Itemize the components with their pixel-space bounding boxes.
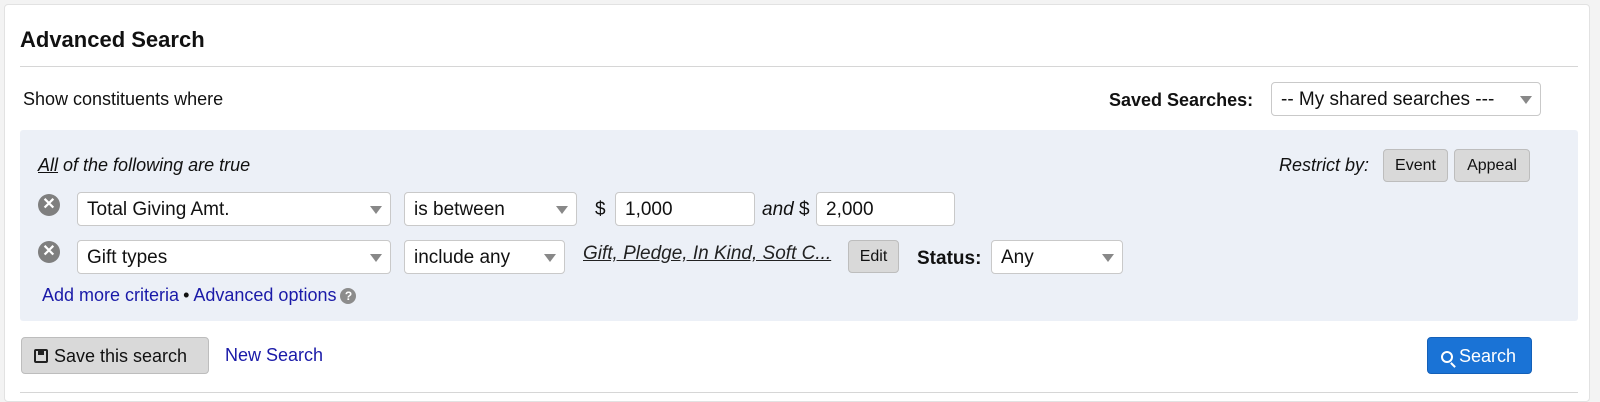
gift-types-values-link[interactable]: Gift, Pledge, In Kind, Soft C... [583,243,831,265]
and-word: and [762,199,794,220]
close-icon[interactable]: ✕ [38,241,60,263]
status-select[interactable]: Any [991,240,1123,274]
save-search-label: Save this search [54,346,188,366]
chevron-down-icon [370,206,382,214]
restrict-appeal-button[interactable]: Appeal [1454,149,1530,182]
chevron-down-icon [556,206,568,214]
chevron-down-icon [1102,254,1114,262]
currency-symbol: $ [595,199,606,220]
criteria-intro-text: Show constituents where [23,89,224,109]
search-button-label: Search [1459,346,1517,366]
criteria-operator-select[interactable]: is between [404,192,577,226]
status-value: Any [1001,247,1034,268]
criteria-links: Add more criteria • Advanced options? [42,285,357,306]
criteria-operator-value: is between [414,199,505,220]
chevron-down-icon [1520,96,1532,104]
link-separator: • [183,285,190,305]
bottom-divider [20,392,1578,393]
floppy-disk-icon [34,349,48,363]
search-button[interactable]: Search [1427,337,1532,374]
criteria-field-value: Gift types [87,247,168,268]
status-label: Status: [917,248,982,269]
advanced-options-link[interactable]: Advanced options [193,285,336,305]
edit-gift-types-button[interactable]: Edit [848,240,899,273]
and-label: and $ [762,199,810,221]
saved-searches-value: -- My shared searches --- [1281,89,1495,110]
currency-symbol-2: $ [798,199,810,220]
page-title: Advanced Search [20,27,205,52]
max-amount-input[interactable]: 2,000 [816,192,955,226]
add-more-criteria-link[interactable]: Add more criteria [42,285,179,305]
criteria-operator-select[interactable]: include any [404,240,565,274]
question-circle-icon[interactable]: ? [340,288,357,304]
match-mode-label: All of the following are true [38,155,250,176]
restrict-by-label: Restrict by: [1279,155,1370,175]
chevron-down-icon [370,254,382,262]
criteria-field-select[interactable]: Gift types [77,240,391,274]
match-mode-text: of the following are true [58,155,251,175]
new-search-link[interactable]: New Search [225,345,323,366]
criteria-field-select[interactable]: Total Giving Amt. [77,192,391,226]
criteria-operator-value: include any [414,247,511,268]
saved-searches-select[interactable]: -- My shared searches --- [1271,82,1541,116]
search-icon [1441,351,1453,363]
restrict-event-button[interactable]: Event [1383,149,1448,182]
chevron-down-icon [544,254,556,262]
saved-searches-label: Saved Searches: [1109,90,1254,110]
close-icon[interactable]: ✕ [38,194,60,216]
min-amount-input[interactable]: 1,000 [615,192,755,226]
title-divider [20,66,1578,67]
match-mode-toggle[interactable]: All [38,155,58,175]
criteria-field-value: Total Giving Amt. [87,199,230,220]
save-search-button[interactable]: Save this search [21,337,209,374]
